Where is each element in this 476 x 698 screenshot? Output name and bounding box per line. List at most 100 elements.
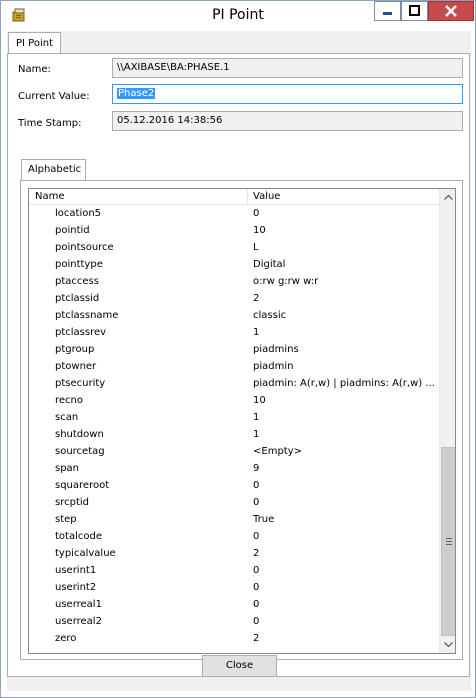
property-value: 2: [253, 293, 260, 304]
property-value: L: [253, 242, 259, 253]
pi-point-dialog: PI Point PI Point Name: \\AXIBASE\BA:PHA…: [0, 0, 476, 698]
table-row[interactable]: ptowner piadmin: [29, 358, 439, 375]
property-value: 10: [253, 395, 266, 406]
table-row[interactable]: userint2 0: [29, 579, 439, 596]
table-row[interactable]: totalcode 0: [29, 528, 439, 545]
current-value-field[interactable]: Phase2: [112, 84, 463, 104]
table-row[interactable]: ptclassid 2: [29, 290, 439, 307]
table-row[interactable]: ptsecurity piadmin: A(r,w) | piadmins: A(…: [29, 375, 439, 392]
property-value: 2: [253, 633, 260, 644]
timestamp-value: 05.12.2016 14:38:56: [117, 115, 223, 126]
property-value: 9: [253, 463, 260, 474]
column-header-value[interactable]: Value: [248, 189, 439, 205]
property-name: userint1: [55, 565, 97, 576]
property-name: ptaccess: [55, 276, 99, 287]
minimize-icon: [383, 12, 392, 15]
vertical-scrollbar[interactable]: [439, 189, 455, 653]
property-value: 0: [253, 599, 260, 610]
table-row[interactable]: step True: [29, 511, 439, 528]
property-name: span: [55, 463, 80, 474]
name-field[interactable]: \\AXIBASE\BA:PHASE.1: [112, 58, 463, 78]
table-row[interactable]: zero 2: [29, 630, 439, 647]
table-row[interactable]: ptaccess o:rw g:rw w:r: [29, 273, 439, 290]
property-name: userreal1: [55, 599, 102, 610]
property-name: zero: [55, 633, 77, 644]
table-row[interactable]: pointsource L: [29, 239, 439, 256]
table-row[interactable]: typicalvalue 2: [29, 545, 439, 562]
property-value: 1: [253, 429, 260, 440]
property-value: 0: [253, 616, 260, 627]
property-value: o:rw g:rw w:r: [253, 276, 319, 287]
property-name: squareroot: [55, 480, 110, 491]
property-name: srcptid: [55, 497, 89, 508]
table-row[interactable]: pointid 10: [29, 222, 439, 239]
property-name: sourcetag: [55, 446, 105, 457]
property-name: userreal2: [55, 616, 102, 627]
table-row[interactable]: scan 1: [29, 409, 439, 426]
property-name: ptclassid: [55, 293, 100, 304]
property-value: 0: [253, 582, 260, 593]
property-name: ptgroup: [55, 344, 95, 355]
table-row[interactable]: ptclassname classic: [29, 307, 439, 324]
property-name: totalcode: [55, 531, 102, 542]
maximize-icon: [409, 5, 420, 16]
close-window-button[interactable]: [428, 1, 474, 21]
timestamp-label: Time Stamp:: [18, 118, 82, 129]
property-value: 10: [253, 225, 266, 236]
grip-icon: [446, 538, 452, 547]
property-name: typicalvalue: [55, 548, 116, 559]
table-row[interactable]: ptgroup piadmins: [29, 341, 439, 358]
property-value: True: [253, 514, 275, 525]
property-value: 1: [253, 327, 260, 338]
table-row[interactable]: span 9: [29, 460, 439, 477]
table-row[interactable]: ptclassrev 1: [29, 324, 439, 341]
scroll-up-arrow-icon[interactable]: [440, 189, 455, 206]
property-name: location5: [55, 208, 102, 219]
property-name: ptclassrev: [55, 327, 107, 338]
property-name: recno: [55, 395, 83, 406]
property-name: step: [55, 514, 77, 525]
property-name: ptclassname: [55, 310, 119, 321]
title-bar[interactable]: PI Point: [1, 1, 475, 30]
property-value: piadmins: [253, 344, 299, 355]
property-name: shutdown: [55, 429, 104, 440]
grid-rows: location5 0 pointid 10 pointsource Lpointtype…: [29, 205, 439, 647]
scrollbar-thumb[interactable]: [441, 447, 455, 636]
property-value: 2: [253, 548, 260, 559]
table-row[interactable]: sourcetag <Empty>: [29, 443, 439, 460]
table-row[interactable]: srcptid 0: [29, 494, 439, 511]
property-name: pointsource: [55, 242, 114, 253]
close-button[interactable]: Close: [202, 655, 277, 677]
scroll-down-arrow-icon[interactable]: [440, 636, 455, 653]
table-row[interactable]: location5 0: [29, 205, 439, 222]
table-row[interactable]: userint1 0: [29, 562, 439, 579]
property-name: pointid: [55, 225, 90, 236]
property-name: pointtype: [55, 259, 103, 270]
property-name: ptsecurity: [55, 378, 106, 389]
property-value: 1: [253, 412, 260, 423]
table-row[interactable]: recno 10: [29, 392, 439, 409]
name-value: \\AXIBASE\BA:PHASE.1: [117, 62, 230, 73]
property-grid[interactable]: Name Value location5 0 pointid 10 pointsourc…: [28, 188, 456, 654]
tab-pi-point[interactable]: PI Point: [8, 32, 61, 54]
current-value-label: Current Value:: [18, 91, 90, 102]
tab-alphabetic[interactable]: Alphabetic: [21, 159, 86, 181]
property-value: piadmin: [253, 361, 294, 372]
timestamp-field[interactable]: 05.12.2016 14:38:56: [112, 111, 463, 131]
current-value-selection: Phase2: [117, 88, 156, 99]
property-value: 0: [253, 208, 260, 219]
name-label: Name:: [18, 64, 51, 75]
property-name: ptowner: [55, 361, 97, 372]
property-value: classic: [253, 310, 287, 321]
minimize-button[interactable]: [374, 1, 401, 21]
table-row[interactable]: pointtype Digital: [29, 256, 439, 273]
property-value: 0: [253, 497, 260, 508]
table-row[interactable]: userreal2 0: [29, 613, 439, 630]
column-header-name[interactable]: Name: [29, 189, 248, 205]
property-value: 0: [253, 531, 260, 542]
property-value: piadmin: A(r,w) | piadmins: A(r,w) ...: [253, 378, 435, 389]
table-row[interactable]: shutdown 1: [29, 426, 439, 443]
table-row[interactable]: userreal1 0: [29, 596, 439, 613]
table-row[interactable]: squareroot 0: [29, 477, 439, 494]
maximize-button[interactable]: [401, 1, 428, 21]
